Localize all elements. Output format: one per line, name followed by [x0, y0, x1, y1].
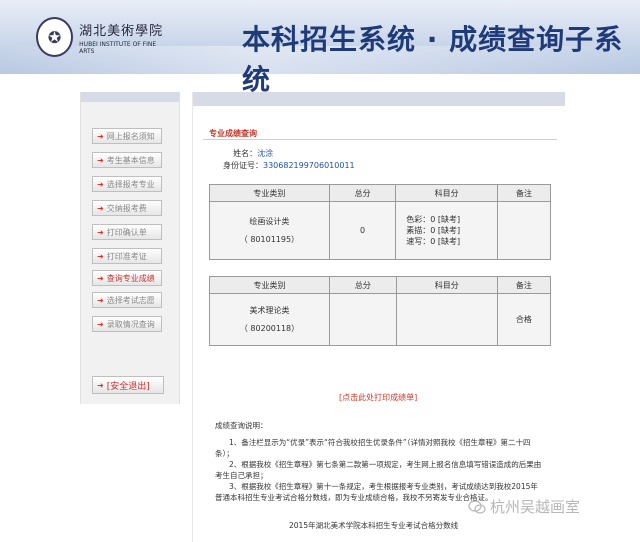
main-panel: 专业成绩查询 姓名：沈涂 身份证号：330682199706010011 专业类… [192, 92, 565, 542]
arrow-right-icon: ➜ [97, 319, 104, 329]
sidebar-item-3[interactable]: ➜ 选择报考专业 [92, 176, 162, 192]
sidebar-item-label: 网上报名须知 [106, 131, 155, 141]
col-header-total: 总分 [329, 276, 397, 294]
sidebar-item-9[interactable]: ➜ 录取情况查询 [92, 316, 162, 332]
sidebar-item-1[interactable]: ➜ 网上报名须知 [92, 128, 162, 144]
arrow-right-icon: ➜ [97, 131, 104, 141]
col-header-total: 总分 [328, 184, 397, 202]
arrow-right-icon: ➜ [97, 273, 104, 283]
sidebar-item-6[interactable]: ➜ 打印准考证 [92, 248, 162, 264]
col-header-subjects: 科目分 [395, 184, 498, 202]
wechat-icon [468, 499, 486, 514]
subject-score: 速写：0 [缺考] [406, 237, 461, 246]
school-seal-icon: ✪ [36, 17, 74, 57]
subject-score: 素描：0 [缺考] [406, 226, 461, 235]
passing-score-link[interactable]: 2015年湖北美术学院本科招生专业考试合格分数线 [289, 520, 458, 531]
sidebar-item-label: 考生基本信息 [106, 155, 155, 165]
sidebar-item-8[interactable]: ➜ 选择考试志愿 [92, 292, 162, 308]
sidebar-item-label: 选择报考专业 [106, 179, 155, 189]
sidebar-item-label: 打印准考证 [106, 251, 147, 261]
col-header-subjects: 科目分 [395, 276, 498, 294]
sidebar-item-4[interactable]: ➜ 交纳报考费 [92, 200, 162, 216]
category-name: 绘画设计类 [249, 216, 290, 226]
table-cell-remark [496, 201, 552, 260]
arrow-right-icon: ➜ [97, 380, 104, 390]
col-header-category: 专业类别 [208, 276, 331, 294]
section-title: 专业成绩查询 [209, 129, 257, 138]
col-header-category: 专业类别 [209, 184, 330, 202]
sidebar-item-label: 打印确认单 [106, 227, 147, 237]
arrow-right-icon: ➜ [97, 227, 104, 237]
logo-name-en: HUBEI INSTITUTE OF FINE ARTS [79, 40, 157, 55]
id-label: 身份证号： [223, 161, 263, 170]
table-cell-total: 0 [328, 201, 397, 260]
arrow-right-icon: ➜ [97, 295, 104, 305]
category-code: （ 80200118） [239, 323, 300, 333]
query-notes: 成绩查询说明： 1、备注栏显示为“优录”表示“符合我校招生优录条件”（详情对照我… [215, 420, 545, 503]
name-value: 沈涂 [257, 149, 274, 158]
watermark-text: 杭州吴越画室 [490, 498, 581, 516]
score-table-1: 专业类别 总分 科目分 备注 绘画设计类 （ 80101195） 0 色彩：0 … [209, 184, 552, 260]
table-cell-category: 绘画设计类 （ 80101195） [209, 201, 330, 260]
notes-heading: 成绩查询说明： [215, 421, 268, 430]
logo-name-cn: 湖北美術學院 [79, 23, 164, 39]
section-divider [203, 139, 557, 140]
arrow-right-icon: ➜ [97, 203, 104, 213]
sidebar-topbar [81, 92, 179, 102]
sidebar-item-label: 选择考试志愿 [106, 295, 155, 305]
table-cell-category: 美术理论类 （ 80200118） [208, 293, 331, 346]
school-logo: ✪ 湖北美術學院 HUBEI INSTITUTE OF FINE ARTS [36, 14, 166, 60]
note-item: 2、根据我校《招生章程》第七条第二款第一项规定，考生网上报名信息填写错误造成的后… [215, 460, 542, 480]
arrow-right-icon: ➜ [97, 155, 104, 165]
page-title: 本科招生系统 · 成绩查询子系统 [242, 23, 624, 96]
id-value: 330682199706010011 [263, 161, 355, 170]
table-cell-remark: 合格 [496, 293, 552, 346]
col-header-remark: 备注 [496, 184, 552, 202]
sidebar-item-label: 查询专业成绩 [106, 273, 155, 283]
arrow-right-icon: ➜ [97, 179, 104, 189]
table-cell-subjects: 色彩：0 [缺考] 素描：0 [缺考] 速写：0 [缺考] [395, 201, 498, 260]
col-header-remark: 备注 [496, 276, 552, 294]
logout-label: [安全退出] [106, 381, 150, 392]
table-cell-subjects [395, 293, 498, 346]
sidebar-item-7[interactable]: ➜ 查询专业成绩 [92, 270, 162, 286]
subject-score: 色彩：0 [缺考] [406, 215, 461, 224]
watermark: 杭州吴越画室 [468, 496, 580, 517]
category-name: 美术理论类 [249, 305, 290, 315]
name-label: 姓名： [233, 149, 258, 158]
sidebar-item-2[interactable]: ➜ 考生基本信息 [92, 152, 162, 168]
arrow-right-icon: ➜ [97, 251, 104, 261]
note-item: 1、备注栏显示为“优录”表示“符合我校招生优录条件”（详情对照我校《招生章程》第… [215, 438, 531, 458]
header-banner: ✪ 湖北美術學院 HUBEI INSTITUTE OF FINE ARTS 本科… [0, 0, 640, 96]
sidebar-item-label: 录取情况查询 [106, 319, 155, 329]
print-transcript-link[interactable]: [点击此处打印成绩单] [339, 392, 417, 403]
sidebar-item-5[interactable]: ➜ 打印确认单 [92, 224, 162, 240]
main-topbar [193, 92, 565, 106]
table-cell-total [329, 293, 397, 346]
candidate-info: 姓名：沈涂 身份证号：330682199706010011 [223, 148, 355, 172]
logout-button[interactable]: ➜ [安全退出] [92, 376, 164, 394]
category-code: （ 80101195） [239, 234, 300, 244]
sidebar-item-label: 交纳报考费 [106, 203, 147, 213]
score-table-2: 专业类别 总分 科目分 备注 美术理论类 （ 80200118） 合格 [208, 276, 552, 346]
